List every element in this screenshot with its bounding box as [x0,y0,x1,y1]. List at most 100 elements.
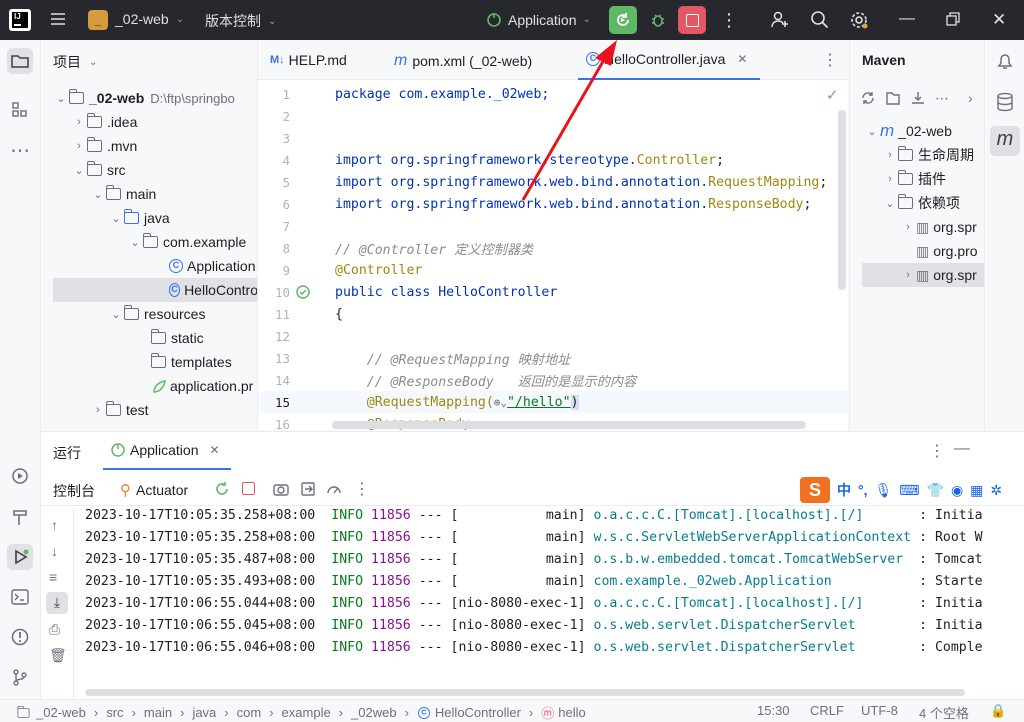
tree-item-root[interactable]: ⌄ _02-web D:\ftp\springbo [53,86,235,110]
maven-tree-plugins[interactable]: › 插件 [882,167,946,191]
indent-setting[interactable]: 4 个空格 [919,703,969,722]
maven-tree-lifecycle[interactable]: › 生命周期 [882,143,974,167]
notifications-bell-icon[interactable] [995,51,1015,74]
soft-wrap-icon[interactable]: ≡ [49,569,57,585]
cursor-position[interactable]: 15:30 [757,703,790,718]
rerun-icon[interactable] [214,481,230,497]
problems-icon[interactable] [8,625,32,649]
project-folder-icon[interactable] [7,48,33,74]
rerun-button[interactable] [609,6,637,34]
gamepad-icon[interactable]: ◉ [951,482,963,499]
more-tools-icon[interactable]: ⋯ [8,138,32,162]
breadcrumb-item[interactable]: example [282,705,331,720]
spring-bean-gutter-icon[interactable] [295,284,311,300]
tree-item-application-class[interactable]: C Application [169,254,256,278]
build-hammer-icon[interactable] [8,505,32,529]
run-panel-options-icon[interactable]: ⋮ [929,441,945,461]
lock-icon[interactable]: 🔒 [990,703,1006,719]
camera-icon[interactable] [273,481,289,497]
arrow-up-icon[interactable]: ↑ [51,517,58,533]
exit-icon[interactable] [300,481,316,497]
more-icon[interactable]: ⋯ [935,90,949,107]
tab-help-md[interactable]: M↓ HELP.md [270,52,347,68]
tab-actuator[interactable]: ⚲ Actuator [120,481,188,499]
print-icon[interactable]: ⎙ [49,621,60,638]
no-problems-check-icon[interactable]: ✓ [826,86,839,104]
stop-icon[interactable] [242,482,255,495]
settings-gear-icon[interactable] [849,10,869,30]
maven-tool-icon[interactable]: m [990,126,1020,156]
gauge-icon[interactable] [326,481,342,497]
breadcrumb-item[interactable]: _02web [351,705,397,720]
tree-item-application-properties[interactable]: application.pr [151,374,253,398]
line-separator[interactable]: CRLF [810,703,844,718]
stop-button[interactable] [678,6,706,34]
tree-item-hellocontroller[interactable]: C HelloContro [53,278,257,302]
tab-console[interactable]: 控制台 [53,481,95,501]
console-horizontal-scrollbar[interactable] [85,689,965,696]
project-panel-header[interactable]: 项目 ⌄ [53,52,97,72]
tree-item-mvn[interactable]: › .mvn [71,134,137,158]
project-switcher[interactable]: _02-web ⌄ [115,11,184,27]
breadcrumb-item[interactable]: com [237,705,262,720]
run-config-selector[interactable]: Application ⌄ [486,11,591,28]
file-encoding[interactable]: UTF-8 [861,703,898,718]
skin-shirt-icon[interactable]: 👕 [927,482,944,499]
services-icon[interactable] [8,464,32,488]
reload-icon[interactable] [860,90,876,106]
apps-grid-icon[interactable]: ▦ [970,482,983,499]
minimize-window-icon[interactable]: — [899,10,915,28]
close-tab-icon[interactable]: ✕ [737,52,747,66]
maven-tree-dep-1[interactable]: › ▥ org.spr [900,215,977,239]
more-icon[interactable]: ⋮ [354,479,370,499]
maven-tree-dependencies[interactable]: ⌄ 依赖项 [882,191,960,215]
arrow-down-icon[interactable]: ↓ [51,543,58,559]
horizontal-scrollbar[interactable] [332,421,806,429]
run-tool-icon[interactable] [7,544,33,570]
tree-item-idea[interactable]: › .idea [71,110,137,134]
tree-item-src[interactable]: ⌄ src [71,158,126,182]
maven-tree-root[interactable]: ⌄ m _02-web [864,119,951,143]
breadcrumb-item[interactable]: HelloController [435,705,521,720]
tab-pom-xml[interactable]: m pom.xml (_02-web) [394,52,532,70]
sogou-logo-icon[interactable]: S [800,477,830,503]
ime-language-toggle[interactable]: 中 [837,480,851,500]
chevron-right-icon[interactable]: › [968,90,973,107]
maven-tree-dep-2[interactable]: ▥ org.pro [916,239,978,263]
database-icon[interactable] [996,92,1014,115]
download-icon[interactable] [910,90,926,106]
tree-item-main[interactable]: ⌄ main [90,182,156,206]
main-menu-icon[interactable] [49,10,67,28]
ime-punctuation-toggle[interactable]: °, [858,482,868,498]
console-output[interactable]: 2023-10-17T10:05:35.258+08:00 INFO 11856 --… [74,507,1024,700]
close-window-icon[interactable]: ✕ [992,10,1006,30]
microphone-icon[interactable]: 🎙 [875,482,893,499]
breadcrumb-item[interactable]: src [106,705,123,720]
tree-item-package[interactable]: ⌄ com.example [127,230,246,254]
hide-panel-icon[interactable]: — [954,440,970,458]
tree-item-resources[interactable]: ⌄ resources [108,302,205,326]
tab-application-run[interactable]: Application ✕ [103,432,231,470]
tree-item-static[interactable]: static [151,326,204,350]
breadcrumb-item[interactable]: hello [558,705,585,720]
scroll-to-end-icon[interactable]: ⤓ [46,592,68,614]
more-actions-icon[interactable]: ⋮ [720,10,738,31]
ime-settings-icon[interactable]: ✲ [990,482,1002,499]
terminal-icon[interactable] [8,585,32,609]
close-tab-icon[interactable]: ✕ [210,443,220,457]
vertical-scrollbar[interactable] [838,110,846,290]
tab-options-icon[interactable]: ⋮ [822,50,838,70]
tree-item-test[interactable]: › test [90,398,149,422]
trash-icon[interactable]: 🗑 [49,647,67,664]
breadcrumb-item[interactable]: _02-web [36,705,86,720]
breadcrumb-item[interactable]: java [192,705,216,720]
add-user-icon[interactable] [770,10,790,30]
restore-window-icon[interactable] [946,12,960,26]
breadcrumb-item[interactable]: main [144,705,172,720]
generate-sources-icon[interactable] [885,90,901,106]
git-icon[interactable] [8,665,32,689]
keyboard-icon[interactable]: ⌨ [899,482,919,499]
tree-item-templates[interactable]: templates [151,350,232,374]
search-icon[interactable] [810,10,830,30]
vcs-menu[interactable]: 版本控制 ⌄ [205,11,276,31]
